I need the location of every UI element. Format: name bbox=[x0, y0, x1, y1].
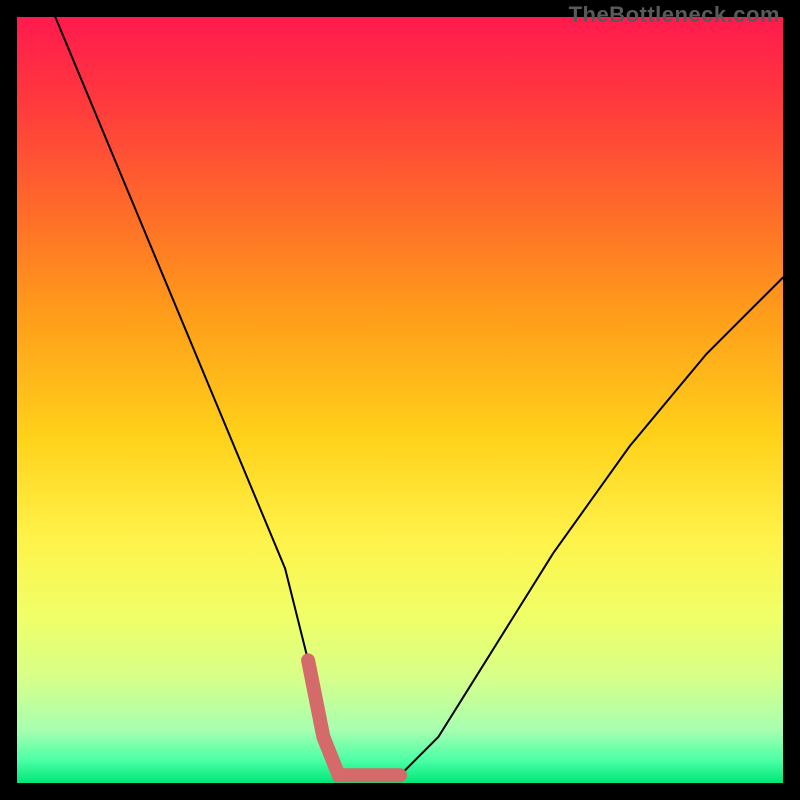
bottleneck-curve bbox=[55, 17, 783, 779]
chart-plot-area bbox=[17, 17, 783, 783]
bottleneck-chart-svg bbox=[17, 17, 783, 783]
watermark-text: TheBottleneck.com bbox=[569, 2, 780, 28]
chart-frame: TheBottleneck.com bbox=[0, 0, 800, 800]
sweet-spot-highlight bbox=[308, 660, 400, 775]
